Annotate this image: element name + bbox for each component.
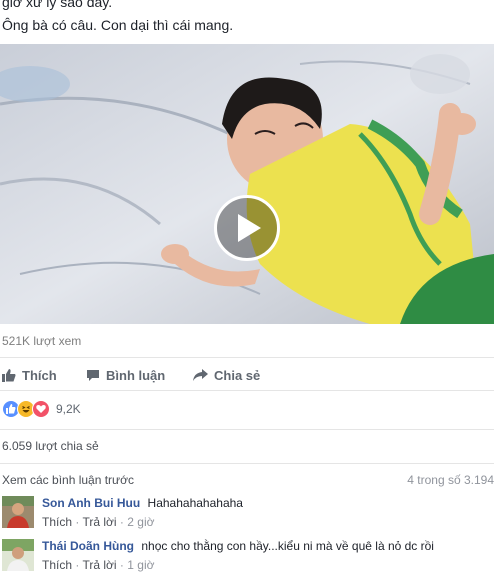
view-previous-comments-link[interactable]: Xem các bình luận trước bbox=[2, 473, 134, 487]
comment-count: 4 trong số 3.194 bbox=[407, 473, 494, 487]
comment-time[interactable]: 2 giờ bbox=[127, 515, 154, 529]
play-button[interactable] bbox=[214, 195, 280, 261]
comment-text: Hahahahahahaha bbox=[147, 496, 243, 510]
love-reaction-icon bbox=[32, 400, 50, 418]
comment-like-link[interactable]: Thích bbox=[42, 515, 72, 529]
play-icon bbox=[238, 214, 261, 242]
like-label: Thích bbox=[22, 367, 57, 383]
share-button[interactable]: Chia sẻ bbox=[193, 362, 260, 388]
thumbs-up-icon bbox=[2, 369, 16, 382]
comment-icon bbox=[87, 369, 99, 381]
action-bar: Thích Bình luận Chia sẻ bbox=[0, 362, 494, 388]
divider bbox=[0, 390, 494, 391]
reaction-count: 9,2K bbox=[56, 402, 81, 416]
comment-meta: Thích · Trả lời · 1 giờ bbox=[42, 558, 155, 572]
comment-button[interactable]: Bình luận bbox=[86, 362, 165, 388]
comment-meta: Thích · Trả lời · 2 giờ bbox=[42, 515, 155, 529]
comment-body: Thái Doãn Hùng nhọc cho thằng con hầy...… bbox=[42, 539, 434, 553]
comment-text: nhọc cho thằng con hầy...kiểu ni mà về q… bbox=[141, 539, 434, 553]
avatar[interactable] bbox=[2, 496, 34, 528]
post-line-2: Ông bà có câu. Con dại thì cái mang. bbox=[2, 17, 234, 33]
comment-item: Son Anh Bui Huu Hahahahahahaha Thích · T… bbox=[2, 496, 494, 532]
divider bbox=[0, 357, 494, 358]
post-line-1: giờ xử lý sao đây. bbox=[2, 0, 113, 10]
view-count: 521K lượt xem bbox=[2, 334, 82, 348]
comment-time[interactable]: 1 giờ bbox=[127, 558, 154, 572]
comment-reply-link[interactable]: Trả lời bbox=[82, 515, 116, 529]
video-player[interactable] bbox=[0, 44, 494, 324]
commenter-name[interactable]: Son Anh Bui Huu bbox=[42, 496, 140, 510]
reaction-summary[interactable]: 9,2K bbox=[2, 400, 81, 418]
comment-reply-link[interactable]: Trả lời bbox=[82, 558, 116, 572]
comment-label: Bình luận bbox=[106, 367, 166, 383]
commenter-name[interactable]: Thái Doãn Hùng bbox=[42, 539, 134, 553]
divider bbox=[0, 463, 494, 464]
share-count[interactable]: 6.059 lượt chia sẻ bbox=[2, 439, 99, 453]
like-button[interactable]: Thích bbox=[2, 362, 57, 388]
divider bbox=[0, 429, 494, 430]
comment-body: Son Anh Bui Huu Hahahahahahaha bbox=[42, 496, 243, 510]
avatar[interactable] bbox=[2, 539, 34, 571]
share-arrow-icon bbox=[193, 369, 208, 381]
comment-like-link[interactable]: Thích bbox=[42, 558, 72, 572]
video-thumbnail bbox=[0, 44, 494, 324]
share-label: Chia sẻ bbox=[214, 367, 261, 383]
comment-item: Thái Doãn Hùng nhọc cho thằng con hầy...… bbox=[2, 539, 494, 575]
